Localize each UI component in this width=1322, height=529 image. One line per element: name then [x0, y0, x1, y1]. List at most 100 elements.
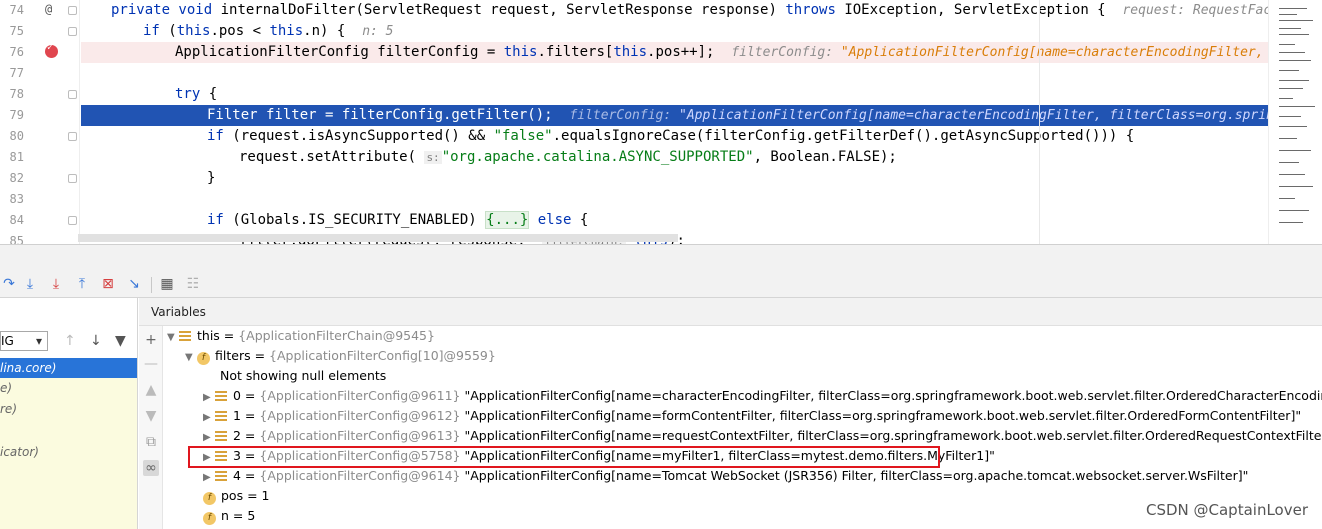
- code-line[interactable]: if (this.pos < this.n) { n: 5: [81, 21, 1268, 42]
- tree-row[interactable]: f pos = 1: [203, 486, 269, 506]
- line-number: 75: [9, 24, 24, 38]
- breakpoint-icon[interactable]: [45, 42, 58, 58]
- fold-marker-icon[interactable]: [68, 216, 77, 225]
- array-element-icon: [215, 431, 227, 441]
- code-line[interactable]: private void internalDoFilter(ServletReq…: [81, 0, 1268, 21]
- watch-glasses-icon[interactable]: ∞: [143, 460, 159, 476]
- filter-icon[interactable]: ▼: [115, 333, 126, 349]
- breakpoint-line[interactable]: ApplicationFilterConfig filterConfig = t…: [81, 42, 1268, 63]
- frame-item[interactable]: icator): [0, 442, 137, 462]
- up-triangle-icon[interactable]: ▲: [143, 382, 159, 398]
- collapse-arrow-icon[interactable]: ▶: [203, 388, 215, 408]
- execution-point-line[interactable]: Filter filter = filterConfig.getFilter()…: [81, 105, 1268, 126]
- variables-tree[interactable]: ▼ this = {ApplicationFilterChain@9545} ▼ f…: [163, 326, 1322, 529]
- tree-row[interactable]: ▶ 4 = {ApplicationFilterConfig@9614} "App…: [203, 466, 1248, 486]
- variables-side-toolbar: + — ▲ ▼ ⧉ ∞: [139, 326, 163, 529]
- tree-row[interactable]: ▶ 0 = {ApplicationFilterConfig@9611} "App…: [203, 386, 1322, 406]
- inline-debug-value: "ApplicationFilterConfig[name=characterE…: [679, 108, 1268, 123]
- annotation-highlight-box: [188, 446, 940, 468]
- fold-marker-icon[interactable]: [68, 6, 77, 15]
- code-text: .equalsIgnoreCase(filterConfig.getFilter…: [552, 128, 1135, 144]
- field-icon: f: [197, 352, 210, 365]
- keyword: this: [503, 44, 538, 60]
- code-editor[interactable]: 74 75 76 77 78 79 80 81 82 83 84 85 @ pr…: [0, 0, 1322, 244]
- array-element-icon: [215, 391, 227, 401]
- code-line[interactable]: [81, 189, 1268, 210]
- code-text: .pos <: [210, 23, 270, 39]
- thread-selector-value: IG: [1, 334, 14, 348]
- code-line[interactable]: [81, 63, 1268, 84]
- frame-item[interactable]: e): [0, 378, 137, 398]
- editor-gutter[interactable]: 74 75 76 77 78 79 80 81 82 83 84 85 @: [0, 0, 80, 244]
- collapse-arrow-icon[interactable]: ▶: [203, 468, 215, 488]
- evaluate-icon[interactable]: ▦: [158, 275, 176, 293]
- array-element-icon: [215, 411, 227, 421]
- collapse-arrow-icon[interactable]: ▶: [203, 408, 215, 428]
- field-icon: f: [203, 492, 216, 505]
- tree-row[interactable]: ▶ 1 = {ApplicationFilterConfig@9612} "App…: [203, 406, 1301, 426]
- frame-item[interactable]: [0, 420, 137, 440]
- code-text: }: [207, 170, 216, 186]
- folded-code-block[interactable]: {...}: [485, 211, 530, 229]
- drop-frame-icon[interactable]: ⊠: [99, 275, 117, 293]
- copy-icon[interactable]: ⧉: [143, 434, 159, 450]
- fold-marker-icon[interactable]: [68, 174, 77, 183]
- string-literal: "org.apache.catalina.ASYNC_SUPPORTED": [441, 149, 754, 165]
- frame-item[interactable]: re): [0, 399, 137, 419]
- collapse-arrow-icon[interactable]: ▶: [203, 428, 215, 448]
- code-text: .n) {: [303, 23, 363, 39]
- inline-debug-value: "ApplicationFilterConfig[name=characterE…: [840, 45, 1268, 60]
- fold-marker-icon[interactable]: [68, 132, 77, 141]
- code-text: ApplicationFilterConfig filterConfig =: [175, 44, 504, 60]
- step-out-icon[interactable]: ⤒: [73, 275, 91, 293]
- up-arrow-icon[interactable]: ↑: [64, 333, 76, 349]
- step-over-icon[interactable]: ↷: [0, 275, 18, 293]
- frames-panel: IG ↑ ↓ ▼ lina.core) e) re) icator): [0, 298, 138, 529]
- down-triangle-icon[interactable]: ▼: [143, 408, 159, 424]
- line-number: 82: [9, 171, 24, 185]
- expand-arrow-icon[interactable]: ▼: [167, 328, 179, 348]
- fold-marker-icon[interactable]: [68, 90, 77, 99]
- minimap[interactable]: [1268, 0, 1322, 244]
- at-sign-icon[interactable]: @: [45, 2, 52, 16]
- fold-marker-icon[interactable]: [68, 27, 77, 36]
- horizontal-scrollbar[interactable]: [78, 234, 678, 242]
- step-into-icon[interactable]: ⤓: [21, 275, 39, 293]
- array-element-icon: [215, 471, 227, 481]
- keyword: this: [269, 23, 304, 39]
- table-icon[interactable]: ☷: [184, 275, 202, 293]
- code-text: , Boolean.FALSE);: [753, 149, 897, 165]
- add-watch-icon[interactable]: +: [143, 332, 159, 348]
- keyword: if: [207, 128, 224, 144]
- thread-selector[interactable]: IG: [0, 331, 48, 351]
- line-number: 78: [9, 87, 24, 101]
- frames-list[interactable]: lina.core) e) re) icator): [0, 358, 137, 529]
- code-line[interactable]: request.setAttribute( s: "org.apache.cata…: [81, 147, 1268, 168]
- line-number: 80: [9, 129, 24, 143]
- tree-row[interactable]: ▼ this = {ApplicationFilterChain@9545}: [167, 326, 435, 346]
- right-margin-guide: [1039, 0, 1040, 244]
- keyword: try: [175, 86, 201, 102]
- force-step-into-icon[interactable]: ⤓: [47, 275, 65, 293]
- inline-debug-hint: filterConfig:: [731, 45, 841, 60]
- code-text: request.setAttribute(: [239, 149, 425, 165]
- code-text: .filters[: [537, 44, 614, 60]
- code-line[interactable]: }: [81, 168, 1268, 189]
- frame-item[interactable]: lina.core): [0, 358, 137, 378]
- code-line[interactable]: try {: [81, 84, 1268, 105]
- keyword: throws: [785, 2, 836, 18]
- down-arrow-icon[interactable]: ↓: [90, 333, 102, 349]
- tree-row[interactable]: fn = 5: [203, 506, 255, 526]
- expand-arrow-icon[interactable]: ▼: [185, 348, 197, 368]
- code-line[interactable]: if (Globals.IS_SECURITY_ENABLED) {...} e…: [81, 210, 1268, 231]
- field-icon: f: [203, 512, 216, 525]
- parameter-hint: s:: [424, 151, 442, 164]
- line-number: 77: [9, 66, 24, 80]
- tree-row[interactable]: ▼ f filters = {ApplicationFilterConfig[10]…: [185, 346, 496, 366]
- debug-toolbar: ↷ ⤓ ⤓ ⤒ ⊠ ↘ ▦ ☷: [0, 272, 1322, 298]
- up-icon[interactable]: —: [143, 356, 159, 372]
- tree-row[interactable]: ▶ 2 = {ApplicationFilterConfig@9613} "App…: [203, 426, 1322, 446]
- run-to-cursor-icon[interactable]: ↘: [125, 275, 143, 293]
- tree-info-row: Not showing null elements: [220, 368, 387, 383]
- code-line[interactable]: if (request.isAsyncSupported() && "false…: [81, 126, 1268, 147]
